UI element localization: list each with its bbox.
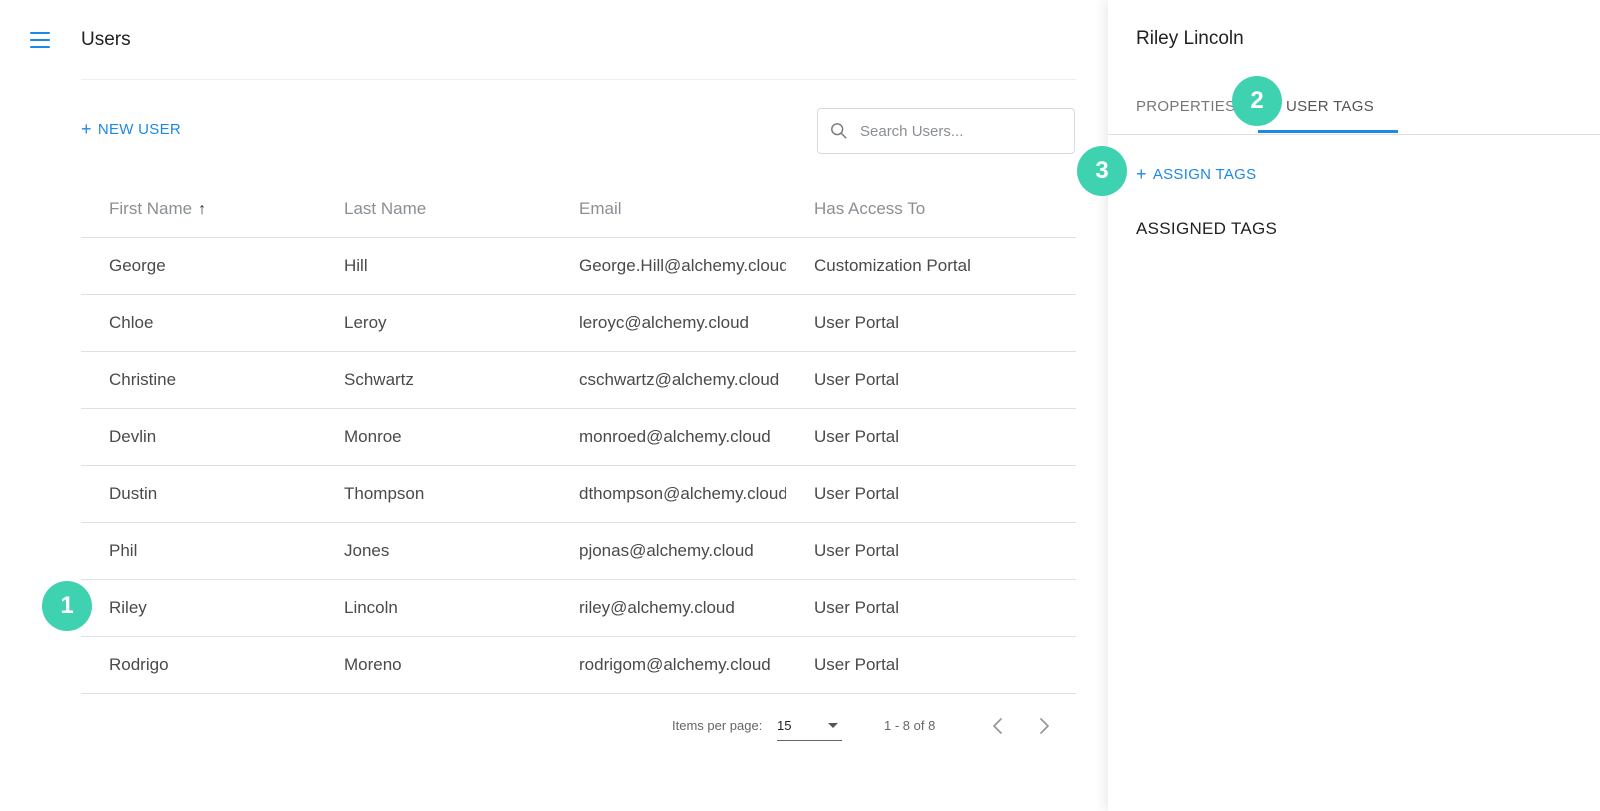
active-tab-indicator: [1258, 130, 1398, 133]
tab-properties[interactable]: PROPERTIES: [1136, 98, 1235, 115]
arrow-up-icon: ↑: [198, 200, 207, 218]
access-cell: User Portal: [814, 313, 900, 332]
first-name-cell: Devlin: [109, 427, 157, 446]
search-icon: [831, 123, 847, 139]
last-name-cell: Leroy: [344, 313, 387, 332]
caret-down-icon: [828, 723, 838, 728]
email-cell: George.Hill@alchemy.cloud: [579, 256, 786, 275]
column-header-first-name[interactable]: First Name ↑: [81, 199, 316, 219]
last-name-cell: Moreno: [344, 655, 402, 674]
table-header: First Name ↑ Last Name Email Has Access T…: [81, 180, 1076, 238]
first-name-cell: Chloe: [109, 313, 154, 332]
users-table: First Name ↑ Last Name Email Has Access T…: [81, 180, 1076, 694]
table-row[interactable]: Riley Lincoln riley@alchemy.cloud User P…: [81, 580, 1076, 637]
users-main: Users + NEW USER First Name↑ Last Name E…: [0, 0, 1090, 811]
email-cell: dthompson@alchemy.cloud: [579, 484, 786, 503]
annotation-badge-1: 1: [42, 581, 92, 631]
panel-title: Riley Lincoln: [1136, 28, 1244, 49]
new-user-label: NEW USER: [97, 121, 182, 138]
access-cell: Customization Portal: [814, 256, 971, 275]
access-cell: User Portal: [814, 541, 900, 560]
table-row[interactable]: Devlin Monroe monroed@alchemy.cloud User…: [81, 409, 1076, 466]
plus-icon: +: [1136, 164, 1147, 184]
new-user-button[interactable]: + NEW USER: [81, 119, 182, 139]
title-divider: [81, 79, 1076, 80]
assign-tags-label: ASSIGN TAGS: [1152, 166, 1257, 183]
email-cell: riley@alchemy.cloud: [579, 598, 735, 617]
email-cell: cschwartz@alchemy.cloud: [579, 370, 780, 389]
annotation-badge-2: 2: [1232, 76, 1282, 126]
table-row[interactable]: Dustin Thompson dthompson@alchemy.cloud …: [81, 466, 1076, 523]
items-per-page-label: Items per page:: [672, 718, 763, 733]
email-cell: monroed@alchemy.cloud: [579, 427, 771, 446]
first-name-cell: Riley: [109, 598, 147, 617]
user-details-panel: Riley Lincoln PROPERTIES USER TAGS + ASS…: [1108, 0, 1600, 811]
access-cell: User Portal: [814, 370, 900, 389]
column-header-email[interactable]: Email: [551, 199, 786, 219]
assigned-tags-header: ASSIGNED TAGS: [1136, 219, 1278, 238]
access-cell: User Portal: [814, 655, 900, 674]
hamburger-menu-icon[interactable]: [30, 32, 50, 50]
tab-user-tags[interactable]: USER TAGS: [1286, 98, 1374, 115]
first-name-cell: Dustin: [109, 484, 158, 503]
email-cell: rodrigom@alchemy.cloud: [579, 655, 771, 674]
search-box[interactable]: [817, 108, 1075, 154]
last-name-cell: Schwartz: [344, 370, 414, 389]
column-header-last-name[interactable]: Last Name: [316, 199, 551, 219]
table-row[interactable]: Phil Jones pjonas@alchemy.cloud User Por…: [81, 523, 1076, 580]
column-header-access[interactable]: Has Access To: [786, 199, 1076, 219]
last-name-cell: Hill: [344, 256, 368, 275]
last-name-cell: Monroe: [344, 427, 402, 446]
first-name-cell: Phil: [109, 541, 138, 560]
table-row[interactable]: George Hill George.Hill@alchemy.cloud Cu…: [81, 238, 1076, 295]
items-per-page-value: 15: [777, 718, 792, 733]
table-row[interactable]: Chloe Leroy leroyc@alchemy.cloud User Po…: [81, 295, 1076, 352]
plus-icon: +: [81, 119, 92, 139]
assign-tags-button[interactable]: + ASSIGN TAGS: [1136, 164, 1257, 184]
access-cell: User Portal: [814, 484, 900, 503]
paginator: Items per page: 15 1 - 8 of 8: [0, 712, 1090, 742]
first-name-cell: Christine: [109, 370, 177, 389]
email-cell: pjonas@alchemy.cloud: [579, 541, 754, 560]
chevron-left-icon[interactable]: [986, 714, 1010, 738]
last-name-cell: Jones: [344, 541, 390, 560]
email-cell: leroyc@alchemy.cloud: [579, 313, 750, 332]
first-name-cell: George: [109, 256, 166, 275]
annotation-badge-3: 3: [1077, 146, 1127, 196]
page-title: Users: [81, 29, 131, 50]
search-input[interactable]: [858, 121, 1062, 141]
last-name-cell: Lincoln: [344, 598, 398, 617]
panel-tabs: PROPERTIES USER TAGS: [1108, 84, 1600, 135]
first-name-cell: Rodrigo: [109, 655, 169, 674]
access-cell: User Portal: [814, 427, 900, 446]
page-range-label: 1 - 8 of 8: [884, 718, 936, 733]
items-per-page-select[interactable]: 15: [777, 712, 842, 741]
chevron-right-icon[interactable]: [1032, 714, 1056, 738]
access-cell: User Portal: [814, 598, 900, 617]
table-row[interactable]: Christine Schwartz cschwartz@alchemy.clo…: [81, 352, 1076, 409]
table-row[interactable]: Rodrigo Moreno rodrigom@alchemy.cloud Us…: [81, 637, 1076, 694]
last-name-cell: Thompson: [344, 484, 425, 503]
